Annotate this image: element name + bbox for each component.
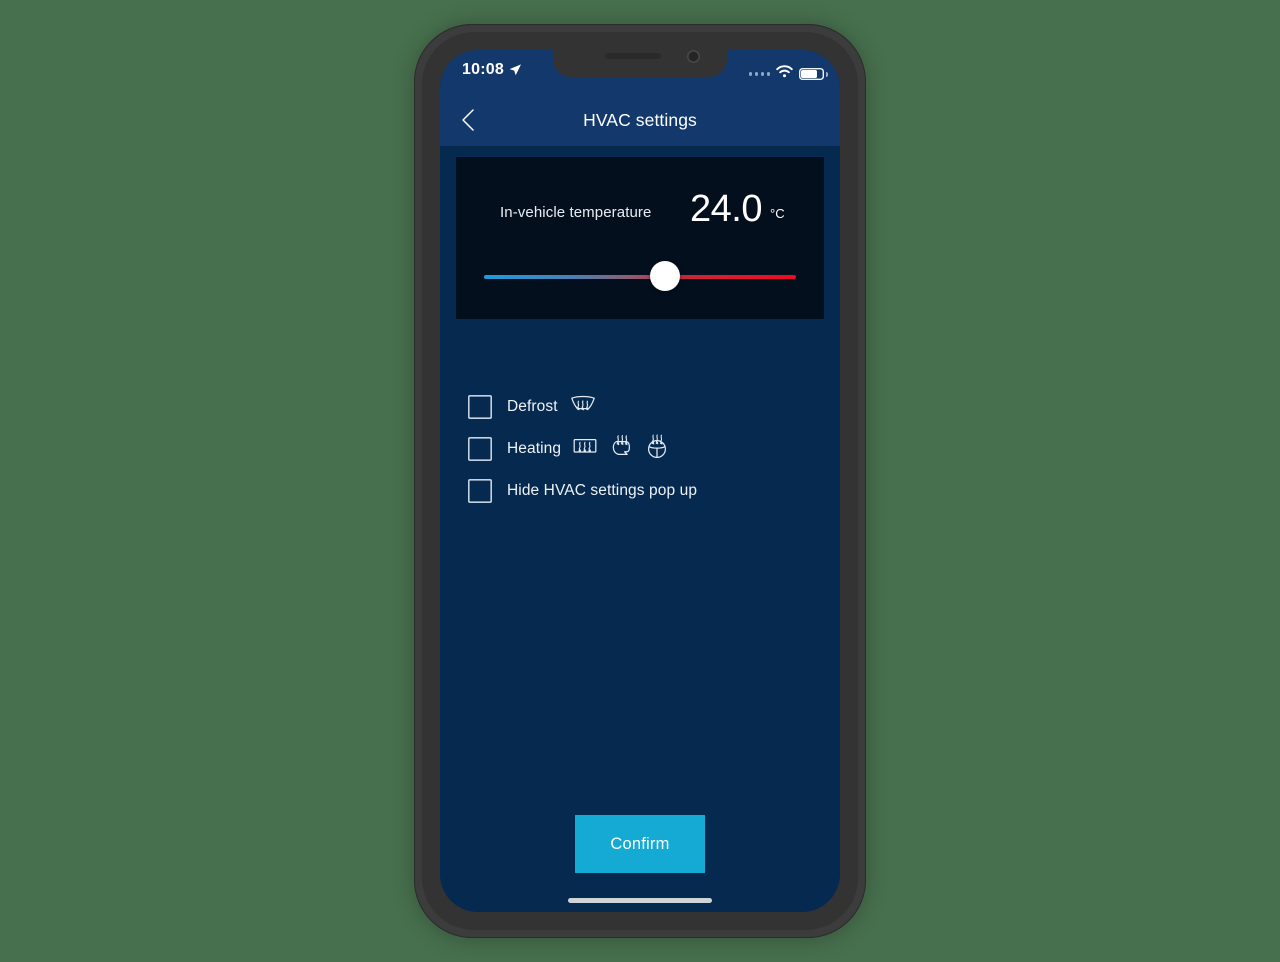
temperature-slider[interactable] bbox=[484, 261, 796, 293]
temperature-unit: °C bbox=[770, 206, 785, 221]
windshield-defrost-icon bbox=[569, 394, 597, 421]
option-row-heating[interactable]: Heating bbox=[440, 433, 840, 465]
option-row-defrost[interactable]: Defrost bbox=[440, 394, 840, 420]
checkbox-defrost[interactable] bbox=[468, 395, 492, 419]
seat-heater-icon bbox=[608, 434, 634, 465]
wifi-icon bbox=[776, 65, 793, 83]
option-label-hide-popup: Hide HVAC settings pop up bbox=[507, 482, 698, 499]
steering-wheel-heater-icon bbox=[644, 433, 670, 465]
options-list: Defrost Heating Hide HVAC settings pop u… bbox=[440, 394, 840, 520]
screen-content: In-vehicle temperature 24.0 °C Defrost H… bbox=[440, 146, 840, 912]
signal-dots-icon bbox=[748, 72, 770, 76]
option-icons-heating bbox=[572, 433, 670, 465]
page-title: HVAC settings bbox=[583, 110, 697, 130]
earpiece-speaker bbox=[605, 53, 661, 59]
navigation-bar: HVAC settings bbox=[440, 94, 840, 146]
slider-track[interactable] bbox=[484, 275, 796, 279]
screenshot-stage: 10:08 HVAC settings In-vehicle temperatu… bbox=[0, 0, 1280, 962]
location-arrow-icon bbox=[508, 63, 522, 77]
phone-screen: 10:08 HVAC settings In-vehicle temperatu… bbox=[440, 50, 840, 912]
confirm-button[interactable]: Confirm bbox=[575, 815, 705, 873]
battery-icon bbox=[799, 68, 828, 80]
temperature-label: In-vehicle temperature bbox=[500, 204, 652, 221]
rear-window-defrost-icon bbox=[572, 436, 598, 463]
option-label-defrost: Defrost bbox=[507, 398, 558, 415]
option-icons-defrost bbox=[569, 394, 597, 421]
option-row-hide-popup[interactable]: Hide HVAC settings pop up bbox=[440, 478, 840, 504]
temperature-value: 24.0 bbox=[690, 188, 762, 230]
status-bar-time: 10:08 bbox=[462, 61, 504, 78]
status-bar-indicators bbox=[748, 65, 828, 83]
checkbox-heating[interactable] bbox=[468, 437, 492, 461]
slider-thumb[interactable] bbox=[649, 261, 680, 291]
checkbox-hide-popup[interactable] bbox=[468, 479, 492, 503]
temperature-panel: In-vehicle temperature 24.0 °C bbox=[456, 157, 824, 319]
option-label-heating: Heating bbox=[507, 440, 562, 457]
home-indicator[interactable] bbox=[568, 898, 712, 903]
front-camera-icon bbox=[687, 50, 700, 63]
